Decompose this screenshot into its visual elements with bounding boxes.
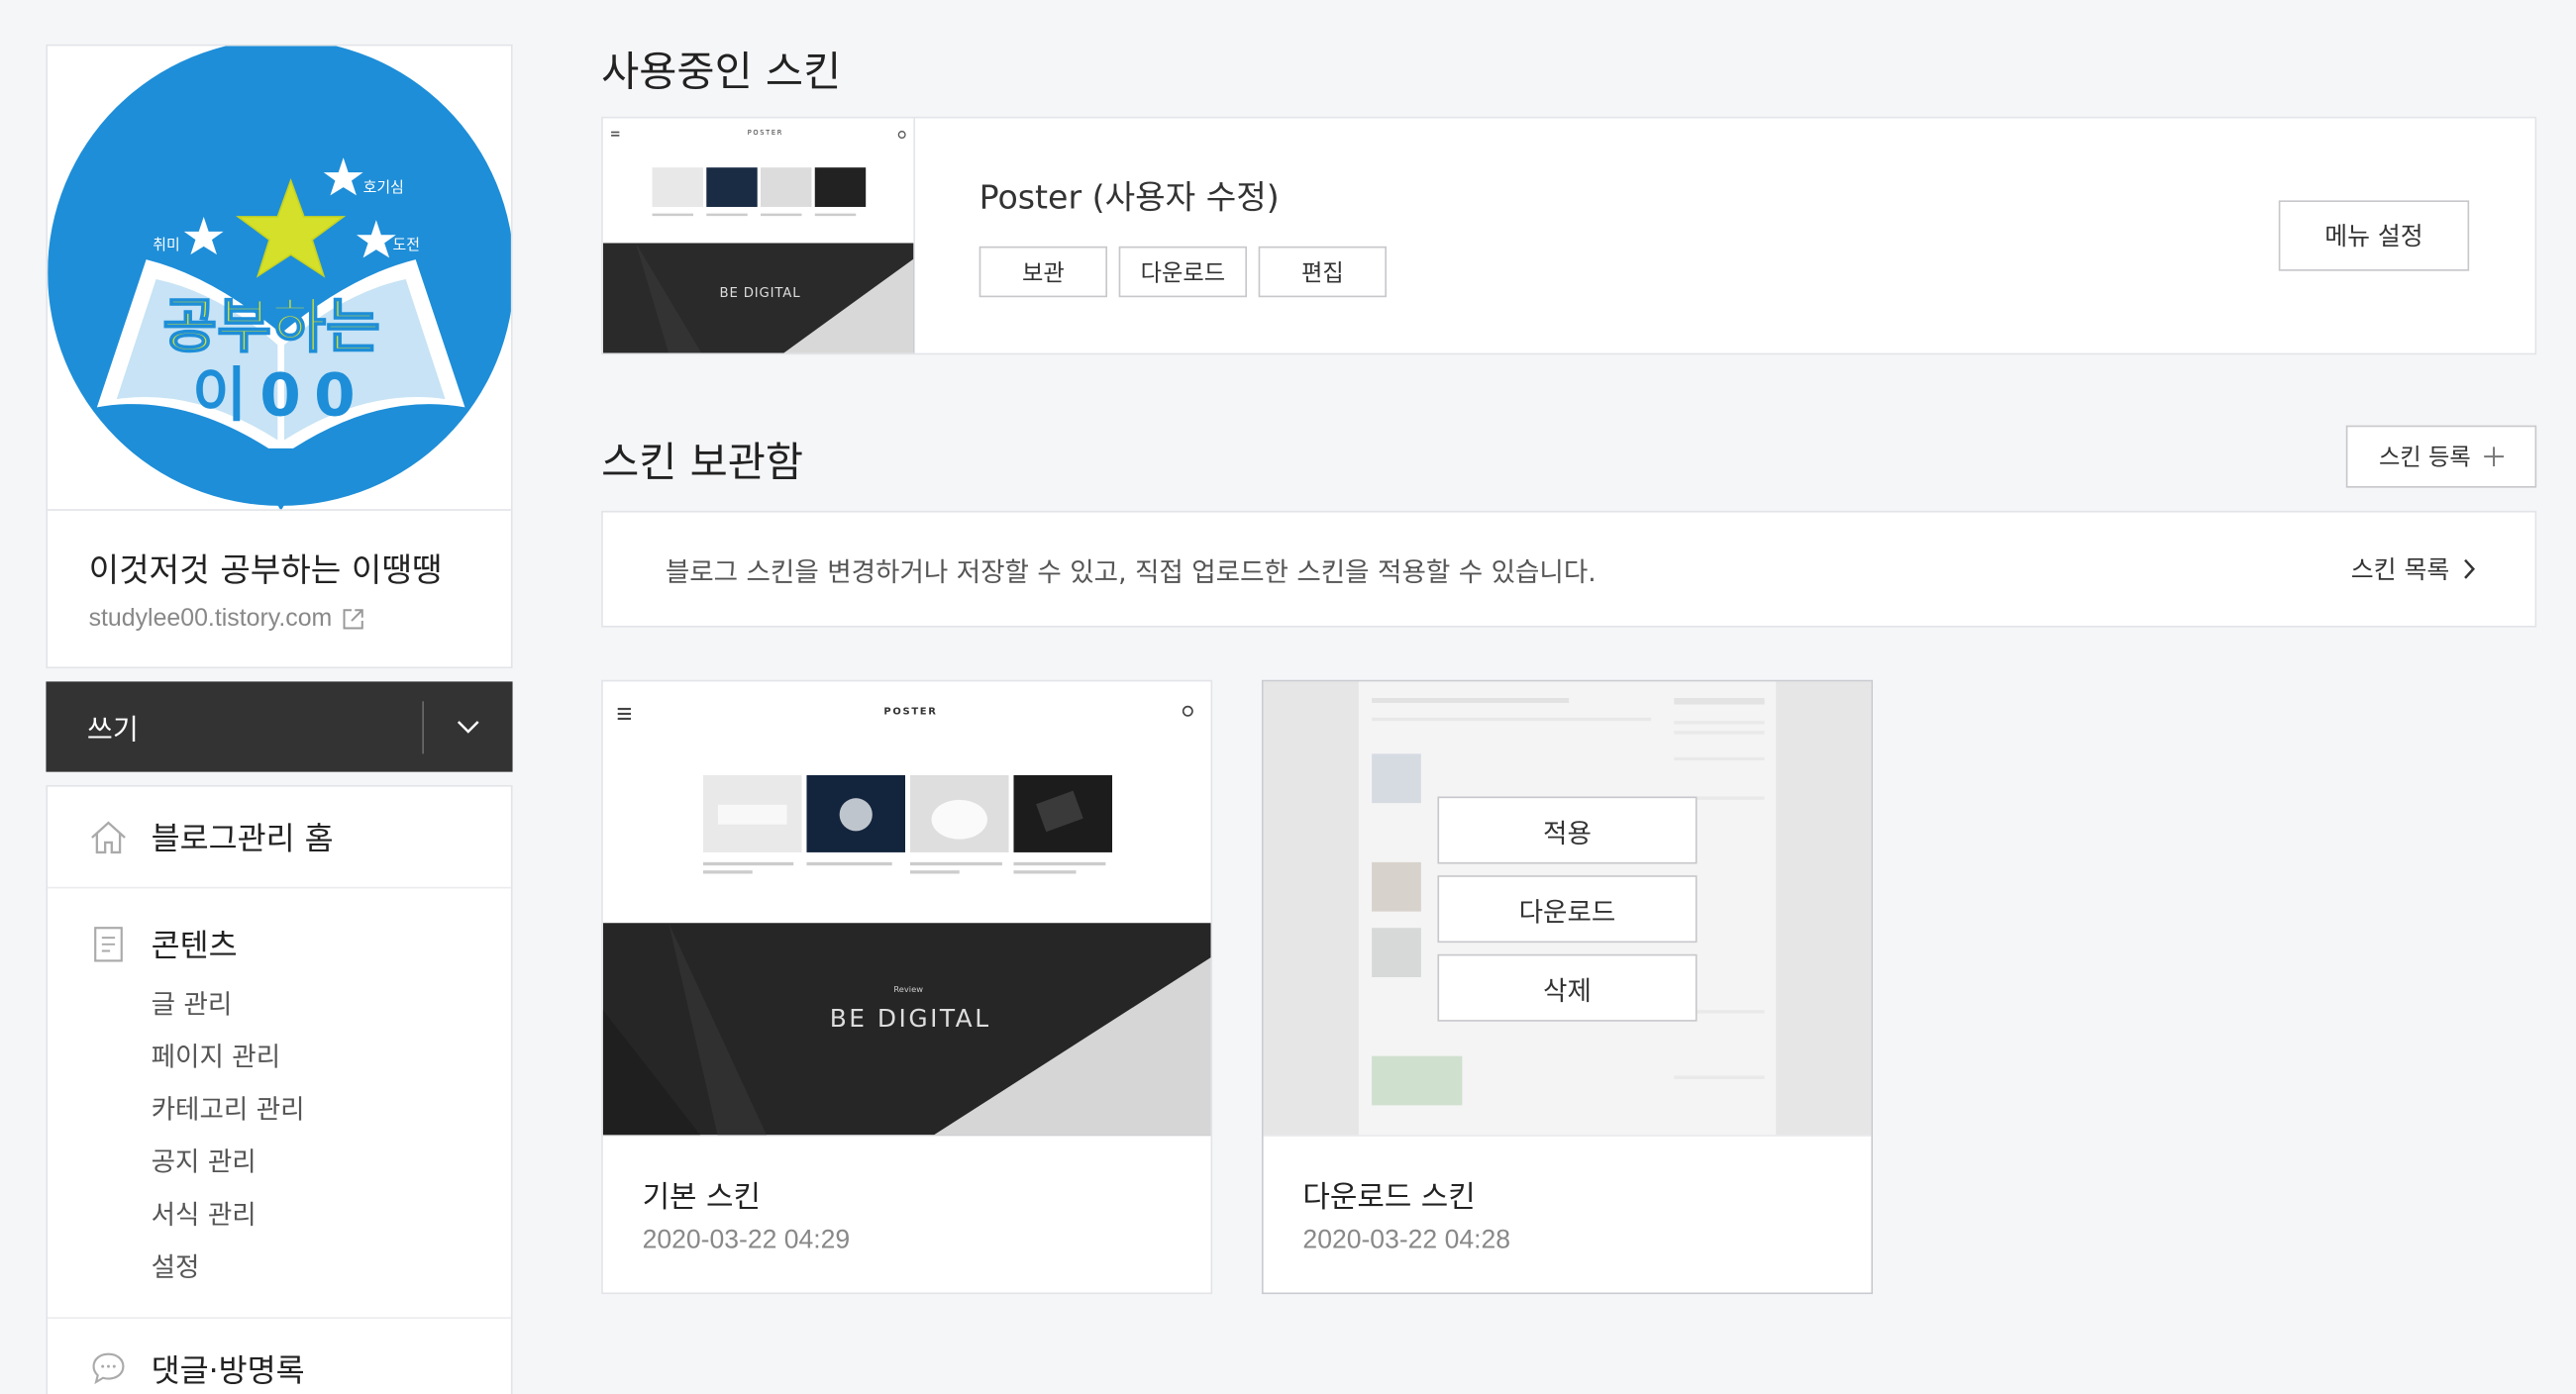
skin-date-download: 2020-03-22 04:28 <box>1302 1227 1510 1255</box>
poster-skin-preview-large <box>602 681 1211 1136</box>
archive-button[interactable]: 보관 <box>979 246 1108 298</box>
logo-text-bottom: 이00 <box>192 362 368 431</box>
menu-item-comments[interactable]: 댓글·방명록 <box>48 1319 511 1394</box>
default-thumb-banner-small: Review <box>893 985 923 996</box>
menu-item-contents[interactable]: 콘텐츠 <box>89 922 511 966</box>
blog-url-link[interactable]: studylee00.tistory.com <box>88 604 470 633</box>
write-dropdown-toggle[interactable] <box>424 720 513 735</box>
default-thumb-brand: POSTER <box>883 706 938 718</box>
submenu-post-manage[interactable]: 글 관리 <box>152 979 511 1032</box>
chevron-down-icon <box>457 721 479 734</box>
skin-card-download[interactable]: 적용 다운로드 삭제 다운로드 스킨 2020-03-22 04:28 <box>1261 679 1874 1295</box>
current-skin-actions: 보관 다운로드 편집 <box>979 246 1388 298</box>
submenu-category-manage[interactable]: 카테고리 관리 <box>152 1084 511 1137</box>
skin-name-download: 다운로드 스킨 <box>1302 1180 1476 1216</box>
skin-thumbnail-default: POSTER Review BE DIGITAL <box>602 681 1211 1137</box>
edit-button[interactable]: 편집 <box>1258 246 1388 298</box>
current-thumb-brand: POSTER <box>747 128 784 137</box>
skin-storage-title: 스킨 보관함 <box>601 438 804 487</box>
register-skin-button[interactable]: 스킨 등록 <box>2345 425 2537 488</box>
logo-tag-hobby: 취미 <box>153 238 180 255</box>
menu-item-contents-label: 콘텐츠 <box>151 928 238 964</box>
sidebar: 호기심 취미 도전 공부하는 이00 이것저것 공부하는 이땡땡 studyle… <box>46 44 513 1394</box>
menu-section-contents: 콘텐츠 글 관리 페이지 관리 카테고리 관리 공지 관리 서식 관리 설정 <box>48 888 511 1320</box>
admin-menu: 블로그관리 홈 콘텐츠 글 관리 페이지 관리 카테고리 관리 공지 관리 서식… <box>46 784 513 1394</box>
menu-setting-button[interactable]: 메뉴 설정 <box>2278 200 2470 271</box>
submenu-template-manage[interactable]: 서식 관리 <box>152 1189 511 1242</box>
skin-name-default: 기본 스킨 <box>642 1180 761 1216</box>
delete-skin-button[interactable]: 삭제 <box>1437 953 1698 1022</box>
menu-item-blog-home-label: 블로그관리 홈 <box>151 821 334 857</box>
current-skin-name: Poster (사용자 수정) <box>979 177 1280 217</box>
storage-info-text: 블로그 스킨을 변경하거나 저장할 수 있고, 직접 업로드한 스킨을 적용할 … <box>665 555 1597 588</box>
current-skin-thumbnail: POSTER BE DIGITAL <box>602 118 915 353</box>
write-label: 쓰기 <box>86 714 139 747</box>
skin-list-link[interactable]: 스킨 목록 <box>2351 551 2476 586</box>
skin-list-label: 스킨 목록 <box>2350 554 2450 585</box>
register-skin-label: 스킨 등록 <box>2378 445 2471 472</box>
current-skin-panel: POSTER BE DIGITAL Poster (사용자 수정) 보관 다운로… <box>601 116 2537 355</box>
blog-url: studylee00.tistory.com <box>88 604 333 633</box>
default-thumb-banner: BE DIGITAL <box>829 1003 991 1034</box>
logo-tag-challenge: 도전 <box>392 238 420 255</box>
skin-card-default[interactable]: POSTER Review BE DIGITAL 기본 스킨 2020-03-2… <box>601 679 1213 1295</box>
plus-icon <box>2484 447 2504 467</box>
blog-name[interactable]: 이것저것 공부하는 이땡땡 <box>89 544 470 591</box>
submenu-settings[interactable]: 설정 <box>152 1242 511 1294</box>
menu-item-blog-home[interactable]: 블로그관리 홈 <box>48 787 511 889</box>
skin-thumbnail-download: 적용 다운로드 삭제 <box>1263 681 1872 1137</box>
external-link-icon <box>343 608 363 629</box>
logo-tag-curiosity: 호기심 <box>362 180 404 198</box>
home-icon <box>91 820 126 853</box>
speech-bubble-icon <box>92 1352 125 1385</box>
submenu-notice-manage[interactable]: 공지 관리 <box>152 1137 511 1189</box>
document-icon <box>94 926 123 961</box>
blog-info: 이것저것 공부하는 이땡땡 studylee00.tistory.com <box>48 511 511 667</box>
write-button[interactable]: 쓰기 <box>46 681 513 772</box>
blog-logo[interactable]: 호기심 취미 도전 공부하는 이00 <box>48 46 511 511</box>
contents-submenu: 글 관리 페이지 관리 카테고리 관리 공지 관리 서식 관리 설정 <box>89 979 511 1294</box>
menu-item-comments-label: 댓글·방명록 <box>151 1352 305 1389</box>
download-button[interactable]: 다운로드 <box>1118 246 1248 298</box>
poster-skin-preview <box>602 118 914 353</box>
download-skin-button[interactable]: 다운로드 <box>1437 875 1698 944</box>
current-skin-title: 사용중인 스킨 <box>601 48 842 96</box>
blog-profile-card: 호기심 취미 도전 공부하는 이00 이것저것 공부하는 이땡땡 studyle… <box>46 44 513 669</box>
submenu-page-manage[interactable]: 페이지 관리 <box>152 1032 511 1084</box>
current-thumb-banner: BE DIGITAL <box>719 285 801 301</box>
apply-skin-button[interactable]: 적용 <box>1437 796 1698 864</box>
skin-hover-actions: 적용 다운로드 삭제 <box>1437 796 1698 1022</box>
skin-date-default: 2020-03-22 04:29 <box>642 1227 851 1255</box>
chevron-right-icon <box>2464 558 2476 579</box>
storage-info-bar: 블로그 스킨을 변경하거나 저장할 수 있고, 직접 업로드한 스킨을 적용할 … <box>601 510 2537 628</box>
